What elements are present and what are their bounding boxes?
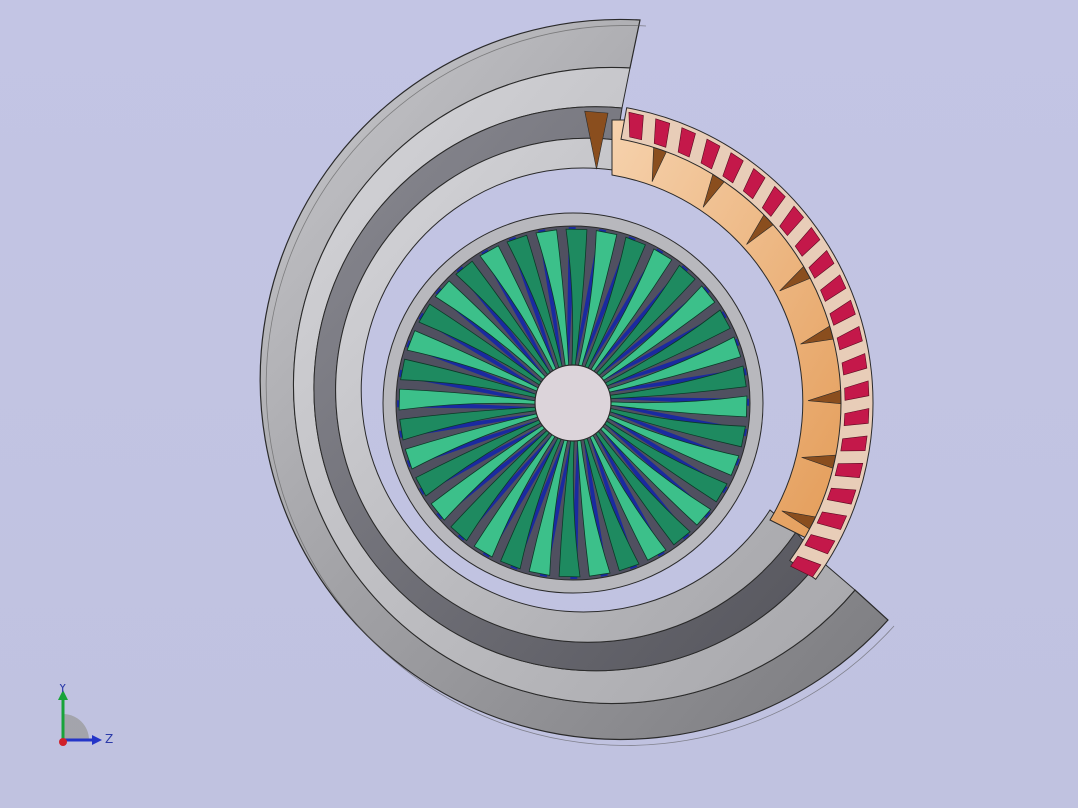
outer-blade — [628, 111, 644, 141]
x-axis-origin-icon — [59, 738, 67, 746]
rotor-hub[interactable] — [534, 364, 612, 442]
cad-viewport[interactable] — [0, 0, 1078, 808]
triad-plane-icon — [63, 714, 89, 740]
outer-blade — [834, 462, 864, 479]
z-axis-label: Z — [105, 732, 113, 746]
view-orientation-triad[interactable]: Y Z — [44, 684, 124, 754]
y-axis-label: Y — [58, 684, 67, 695]
